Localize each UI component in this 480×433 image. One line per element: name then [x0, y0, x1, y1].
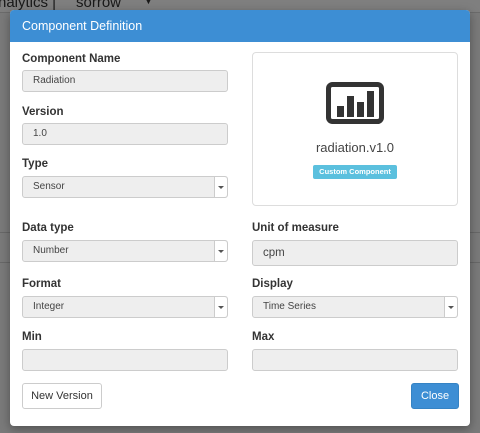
chevron-down-icon — [448, 306, 454, 309]
modal-title: Component Definition — [10, 10, 470, 42]
custom-component-badge: Custom Component — [313, 165, 397, 179]
format-label: Format — [22, 278, 61, 290]
data-type-select-value: Number — [33, 245, 69, 256]
format-select[interactable]: Integer — [22, 296, 228, 318]
display-select-toggle[interactable] — [444, 297, 457, 317]
max-label: Max — [252, 331, 275, 343]
data-type-select[interactable]: Number — [22, 240, 228, 262]
component-definition-modal: Component Definition Component Name Radi… — [10, 10, 470, 426]
bar-chart-icon — [326, 82, 384, 124]
chevron-down-icon — [218, 250, 224, 253]
unit-of-measure-label: Unit of measure — [252, 222, 339, 234]
component-preview-card: radiation.v1.0 Custom Component — [252, 52, 458, 206]
type-select-toggle[interactable] — [214, 177, 227, 197]
component-preview-name: radiation.v1.0 — [315, 140, 395, 155]
chevron-down-icon — [218, 306, 224, 309]
display-label: Display — [252, 278, 293, 290]
data-type-select-toggle[interactable] — [214, 241, 227, 261]
type-label: Type — [22, 158, 48, 170]
type-select-value: Sensor — [33, 181, 65, 192]
component-name-label: Component Name — [22, 53, 121, 65]
close-button[interactable]: Close — [411, 383, 459, 409]
unit-of-measure-field[interactable]: cpm — [252, 240, 458, 266]
format-select-value: Integer — [33, 301, 65, 312]
type-select[interactable]: Sensor — [22, 176, 228, 198]
chevron-down-icon — [218, 186, 224, 189]
max-field[interactable] — [252, 349, 458, 371]
display-select-value: Time Series — [263, 301, 316, 312]
format-select-toggle[interactable] — [214, 297, 227, 317]
min-field[interactable] — [22, 349, 228, 371]
version-label: Version — [22, 106, 64, 118]
version-field[interactable]: 1.0 — [22, 123, 228, 145]
data-type-label: Data type — [22, 222, 74, 234]
component-name-field[interactable]: Radiation — [22, 70, 228, 92]
display-select[interactable]: Time Series — [252, 296, 458, 318]
new-version-button[interactable]: New Version — [22, 383, 102, 409]
min-label: Min — [22, 331, 42, 343]
